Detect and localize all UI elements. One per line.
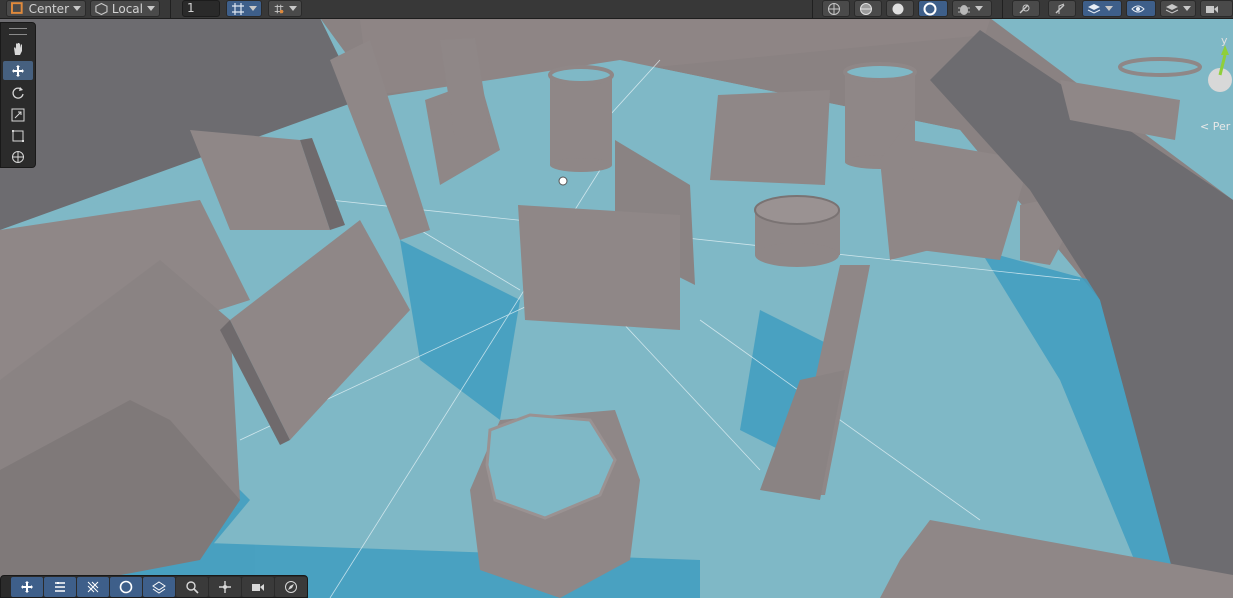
pivot-mode-dropdown[interactable]: Center <box>6 0 86 17</box>
chevron-down-icon <box>73 6 81 11</box>
draw-mode-button[interactable] <box>822 0 850 17</box>
overlay-move-button[interactable] <box>11 576 43 597</box>
layers-stack-icon <box>1087 3 1101 14</box>
transform-icon <box>12 150 24 163</box>
unlit-sphere-icon <box>923 2 937 15</box>
camera-icon <box>252 583 264 591</box>
wireframe-sphere-icon <box>828 2 840 15</box>
layers-icon <box>152 580 166 594</box>
overlay-center-button[interactable] <box>209 576 241 597</box>
eye-icon <box>1131 5 1145 12</box>
compass-icon <box>285 580 297 593</box>
scene-visibility-button[interactable] <box>1126 0 1156 17</box>
cube-icon <box>95 2 108 15</box>
shaded-button[interactable] <box>886 0 914 17</box>
layers-icon <box>1165 3 1179 14</box>
shading-icon <box>119 580 133 593</box>
lighting-off-icon <box>1019 4 1030 13</box>
audio-toggle-button[interactable] <box>1048 0 1076 17</box>
components-icon <box>55 581 65 592</box>
center-icon <box>219 580 231 593</box>
navmesh-icon <box>87 581 99 592</box>
overlay-camera-button[interactable] <box>242 576 274 597</box>
shaded-wire-icon <box>860 2 872 15</box>
center-panel <box>518 205 680 330</box>
chevron-down-icon <box>1183 6 1191 11</box>
effects-dropdown[interactable] <box>1082 0 1122 17</box>
camera-settings-dropdown[interactable] <box>1200 0 1233 17</box>
drag-handle[interactable] <box>9 28 27 35</box>
scale-tool-button[interactable] <box>3 105 33 124</box>
pillar-top <box>548 65 614 172</box>
transform-tool-button[interactable] <box>3 147 33 166</box>
search-icon <box>186 580 199 594</box>
axis-y-label: y <box>1221 34 1228 47</box>
grid-snap-button[interactable] <box>226 0 262 17</box>
chevron-down-icon <box>249 6 257 11</box>
hand-tool-button[interactable] <box>3 39 33 58</box>
audio-off-icon <box>1055 3 1065 14</box>
pivot-icon <box>11 1 23 14</box>
rotate-tool-button[interactable] <box>3 83 33 102</box>
overlay-shading-button[interactable] <box>110 576 142 597</box>
chevron-down-icon <box>1105 6 1113 11</box>
move-icon <box>12 64 24 77</box>
grid-icon <box>232 2 244 15</box>
overlay-toolbar <box>0 575 308 598</box>
shaded-sphere-icon <box>892 3 904 14</box>
scene-toolbar: Center Local 1 <box>0 0 1233 19</box>
projection-label[interactable]: < Per <box>1200 120 1230 133</box>
overlay-search-button[interactable] <box>176 576 208 597</box>
light-gizmo-icon <box>558 176 568 186</box>
overlay-components-button[interactable] <box>44 576 76 597</box>
rotate-icon <box>12 86 24 99</box>
move-tool-button[interactable] <box>3 61 33 80</box>
chevron-down-icon <box>289 6 297 11</box>
debug-draw-dropdown[interactable] <box>952 0 992 17</box>
pillar-small <box>754 195 840 267</box>
scene-view[interactable] <box>0 0 1233 598</box>
toggle-2d-button[interactable] <box>1012 0 1040 17</box>
bug-icon <box>958 4 970 15</box>
layers-dropdown[interactable] <box>1160 0 1196 17</box>
scale-icon <box>11 108 25 121</box>
chevron-down-icon <box>975 6 983 11</box>
tool-palette <box>0 22 36 168</box>
rect-icon <box>12 129 24 142</box>
increment-snap-button[interactable] <box>268 0 302 17</box>
move-icon <box>21 580 33 593</box>
snap-increment-field[interactable]: 1 <box>182 0 220 17</box>
unlit-button[interactable] <box>918 0 948 17</box>
pivot-rotation-dropdown[interactable]: Local <box>90 0 160 17</box>
overlay-navmesh-button[interactable] <box>77 576 109 597</box>
pivot-rotation-label: Local <box>111 1 143 16</box>
shaded-wireframe-button[interactable] <box>854 0 882 17</box>
overlay-compass-button[interactable] <box>275 576 307 597</box>
overlay-layers-button[interactable] <box>143 576 175 597</box>
snap-icon <box>274 4 284 13</box>
pivot-mode-label: Center <box>28 1 69 16</box>
chevron-down-icon <box>147 6 155 11</box>
hand-icon <box>14 42 22 55</box>
video-camera-icon <box>1206 5 1218 13</box>
rect-tool-button[interactable] <box>3 126 33 145</box>
